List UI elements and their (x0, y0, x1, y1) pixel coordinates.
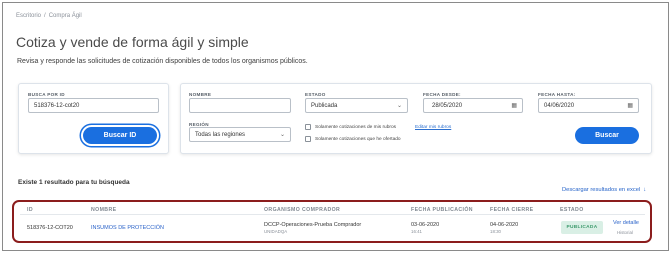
search-button[interactable]: Buscar (575, 127, 639, 144)
table-header-divider (20, 214, 645, 215)
estado-value: Publicada (311, 102, 338, 109)
calendar-icon[interactable]: ▦ (511, 102, 517, 109)
fecha-desde-label: FECHA DESDE: (423, 92, 461, 97)
row-unidad: UNIDADQA (264, 229, 288, 234)
arrow-down-icon: ↓ (643, 187, 647, 193)
column-header-fecha-cierre: FECHA CIERRE (490, 207, 534, 213)
row-fecha-publicacion: 03-06-2020 (411, 222, 440, 228)
search-id-input[interactable]: 518376-12-cot20 (28, 98, 159, 113)
column-header-fecha-publicacion: FECHA PUBLICACIÓN (411, 207, 473, 213)
row-hora-cierre: 18:30 (490, 229, 501, 234)
chevron-down-icon: ⌄ (396, 103, 402, 109)
estado-label: ESTADO (305, 92, 326, 97)
ofertado-checkbox-label: Solamente cotizaciones que he ofertado (315, 137, 401, 142)
page-subtitle: Revisa y responde las solicitudes de cot… (17, 58, 308, 65)
ver-detalle-link[interactable]: Ver detalle (613, 220, 639, 226)
breadcrumb: Escritorio / Compra Ágil (16, 13, 82, 19)
results-summary: Existe 1 resultado para tu búsqueda (18, 179, 130, 186)
fecha-hasta-label: FECHA HASTA: (538, 92, 576, 97)
breadcrumb-current: Compra Ágil (48, 13, 82, 19)
edit-rubros-link[interactable]: Editar mis rubros (415, 125, 451, 130)
download-excel-link[interactable]: Descargar resultados en excel ↓ (562, 187, 646, 193)
breadcrumb-separator: / (44, 13, 46, 19)
fecha-hasta-value: 04/06/2020 (544, 102, 575, 109)
page-title: Cotiza y vende de forma ágil y simple (16, 34, 249, 50)
row-nombre-link[interactable]: INSUMOS DE PROTECCIÓN (91, 225, 164, 231)
rubros-checkbox-label: Solamente cotizaciones de mis rubros (315, 125, 397, 130)
search-id-label: BUSCA POR ID (28, 92, 65, 97)
column-header-id: ID (27, 207, 33, 213)
region-value: Todas las regiones (195, 131, 246, 138)
chevron-down-icon: ⌄ (279, 132, 285, 138)
nombre-label: NOMBRE (189, 92, 212, 97)
row-hora-publicacion: 16:41 (411, 229, 422, 234)
row-fecha-cierre: 04-06-2020 (490, 222, 519, 228)
calendar-icon[interactable]: ▦ (627, 102, 633, 109)
search-id-button[interactable]: Buscar ID (83, 127, 157, 144)
estado-select[interactable]: Publicada ⌄ (305, 98, 408, 113)
fecha-desde-value: 28/05/2020 (432, 102, 463, 109)
breadcrumb-home-link[interactable]: Escritorio (16, 13, 41, 19)
status-badge: PUBLICADA (561, 221, 603, 234)
rubros-checkbox[interactable] (305, 124, 311, 130)
fecha-desde-input[interactable]: 28/05/2020 ▦ (423, 98, 523, 113)
fecha-hasta-input[interactable]: 04/06/2020 ▦ (538, 98, 639, 113)
region-select[interactable]: Todas las regiones ⌄ (189, 127, 291, 142)
download-excel-label: Descargar resultados en excel (562, 187, 641, 193)
row-organismo: DCCP-Operaciones-Prueba Comprador (264, 222, 362, 228)
row-id: 518376-12-COT20 (27, 225, 73, 231)
search-id-value: 518376-12-cot20 (34, 102, 80, 109)
column-header-organismo: ORGANISMO COMPRADOR (264, 207, 341, 213)
column-header-nombre: NOMBRE (91, 207, 117, 213)
column-header-estado: ESTADO (560, 207, 584, 213)
nombre-input[interactable] (189, 98, 291, 113)
historial-link[interactable]: Historial (617, 230, 633, 235)
ofertado-checkbox[interactable] (305, 136, 311, 142)
